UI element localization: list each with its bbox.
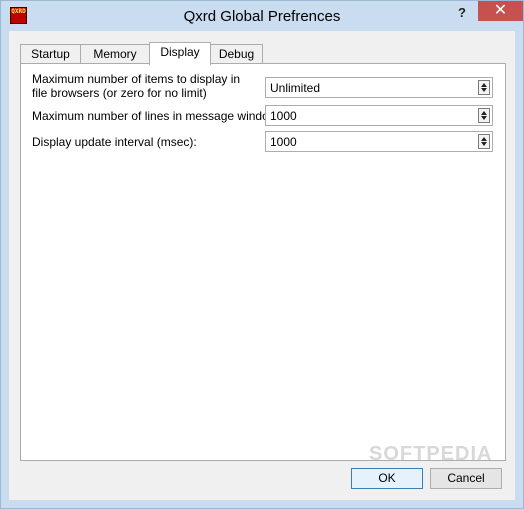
title-bar[interactable]: QXRD Qxrd Global Prefrences ? ✕ — [1, 1, 523, 31]
spin-up-icon[interactable] — [481, 111, 487, 115]
help-button[interactable]: ? — [450, 3, 474, 23]
tab-startup[interactable]: Startup — [20, 44, 81, 63]
display-tab-panel: Maximum number of items to display in fi… — [20, 63, 506, 461]
dialog-client: Startup Memory Display Debug Maximum num… — [9, 31, 515, 500]
spin-up-icon[interactable] — [481, 83, 487, 87]
tab-display[interactable]: Display — [149, 42, 211, 65]
dialog-window: QXRD Qxrd Global Prefrences ? ✕ Startup … — [0, 0, 524, 509]
max-lines-stepper[interactable] — [478, 108, 490, 123]
max-lines-value: 1000 — [270, 109, 297, 123]
max-items-value: Unlimited — [270, 81, 321, 95]
update-interval-value: 1000 — [270, 135, 297, 149]
spin-down-icon[interactable] — [481, 116, 487, 120]
close-button[interactable]: ✕ — [478, 1, 523, 21]
tab-memory[interactable]: Memory — [80, 44, 150, 63]
update-interval-spinbox[interactable]: 1000 — [265, 131, 493, 152]
update-interval-stepper[interactable] — [478, 134, 490, 149]
spin-down-icon[interactable] — [481, 142, 487, 146]
ok-button[interactable]: OK — [351, 468, 423, 489]
max-lines-spinbox[interactable]: 1000 — [265, 105, 493, 126]
window-title: Qxrd Global Prefrences — [183, 8, 341, 25]
softpedia-watermark: SOFTPEDIA — [369, 443, 493, 465]
update-interval-label: Display update interval (msec): — [32, 135, 197, 149]
spin-up-icon[interactable] — [481, 137, 487, 141]
spin-down-icon[interactable] — [481, 88, 487, 92]
tab-debug[interactable]: Debug — [210, 44, 263, 63]
cancel-button[interactable]: Cancel — [430, 468, 502, 489]
max-items-stepper[interactable] — [478, 80, 490, 95]
max-items-spinbox[interactable]: Unlimited — [265, 77, 493, 98]
max-lines-label: Maximum number of lines in message windo… — [32, 109, 281, 123]
max-items-label: Maximum number of items to display in fi… — [32, 72, 241, 100]
